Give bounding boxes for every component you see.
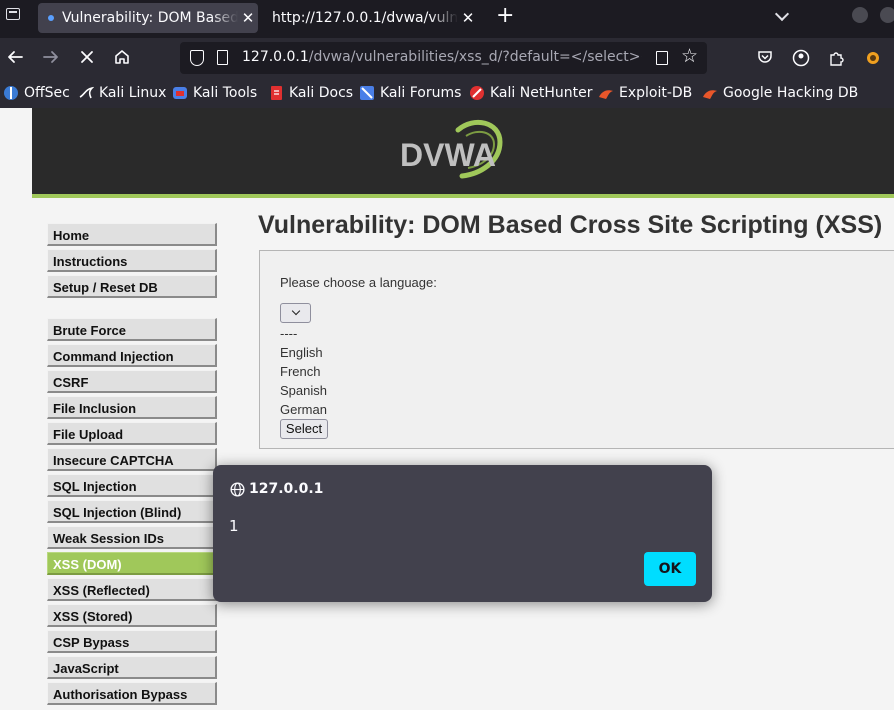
offsec-icon bbox=[4, 86, 18, 100]
bookmark-label: Kali Docs bbox=[289, 85, 354, 101]
language-option-german: German bbox=[280, 402, 327, 417]
choose-language-label: Please choose a language: bbox=[280, 275, 437, 290]
language-select[interactable] bbox=[280, 303, 311, 323]
page-title: Vulnerability: DOM Based Cross Site Scri… bbox=[258, 211, 883, 239]
header-accent-bar bbox=[32, 194, 894, 198]
minimize-window-icon[interactable] bbox=[852, 7, 868, 23]
menu-item-sql-injection-blind[interactable]: SQL Injection (Blind) bbox=[47, 500, 217, 523]
ghdb-icon bbox=[703, 90, 717, 99]
dvwa-logo-text: DVWA bbox=[400, 137, 496, 173]
select-button[interactable]: Select bbox=[280, 419, 328, 439]
kali-dragon-icon bbox=[79, 86, 94, 99]
menu-item-xss-stored[interactable]: XSS (Stored) bbox=[47, 604, 217, 627]
menu-item-xss-dom[interactable]: XSS (DOM) bbox=[47, 552, 217, 575]
language-option-french: French bbox=[280, 364, 321, 379]
list-all-tabs-icon[interactable] bbox=[6, 8, 20, 20]
menu-item-csrf[interactable]: CSRF bbox=[47, 370, 217, 393]
menu-item-javascript[interactable]: JavaScript bbox=[47, 656, 217, 679]
tab-favicon-icon bbox=[48, 15, 54, 21]
browser-tab-bar: Vulnerability: DOM Based Cross Site Scri… bbox=[0, 0, 894, 38]
page-info-icon[interactable] bbox=[217, 50, 228, 65]
maximize-window-icon[interactable] bbox=[880, 7, 894, 23]
bookmark-label: Kali Linux bbox=[99, 85, 167, 101]
menu-item-xss-reflected[interactable]: XSS (Reflected) bbox=[47, 578, 217, 601]
bookmark-exploit-db[interactable]: Exploit-DB bbox=[598, 85, 692, 101]
menu-item-file-upload[interactable]: File Upload bbox=[47, 422, 217, 445]
globe-icon bbox=[230, 482, 245, 497]
bookmark-label: Google Hacking DB bbox=[723, 85, 859, 101]
menu-item-file-inclusion[interactable]: File Inclusion bbox=[47, 396, 217, 419]
bookmark-label: Exploit-DB bbox=[619, 85, 693, 101]
pocket-icon[interactable] bbox=[756, 49, 774, 67]
dvwa-logo: DVWA bbox=[400, 119, 503, 179]
home-icon[interactable] bbox=[113, 48, 131, 71]
menu-item-home[interactable]: Home bbox=[47, 223, 217, 246]
bookmark-offsec[interactable]: OffSec bbox=[3, 85, 70, 101]
extension-icon[interactable] bbox=[864, 49, 882, 67]
tab-title: Vulnerability: DOM Based Cross Site Scri… bbox=[62, 10, 238, 26]
alert-message: 1 bbox=[229, 517, 239, 535]
kali-nethunter-icon bbox=[470, 86, 484, 100]
kali-tools-icon bbox=[173, 87, 187, 99]
chevron-down-icon[interactable] bbox=[774, 6, 790, 22]
menu-item-insecure-captcha[interactable]: Insecure CAPTCHA bbox=[47, 448, 217, 471]
url-path: /dvwa/vulnerabilities/xss_d/?default=</s… bbox=[308, 49, 642, 65]
vulnerability-form-box: Please choose a language: ---- English F… bbox=[259, 250, 894, 449]
bookmarks-toolbar: OffSec Kali Linux Kali Tools Kali Docs K… bbox=[0, 80, 894, 108]
extensions-puzzle-icon[interactable] bbox=[828, 49, 846, 67]
kali-forums-icon bbox=[360, 86, 374, 100]
language-option-spanish: Spanish bbox=[280, 383, 327, 398]
close-tab-icon[interactable]: ✕ bbox=[458, 9, 478, 27]
bookmark-kali-forums[interactable]: Kali Forums bbox=[359, 85, 461, 101]
tab-url[interactable]: http://127.0.0.1/dvwa/vulnerabilities/xs… bbox=[264, 3, 478, 33]
address-bar[interactable]: 127.0.0.1/dvwa/vulnerabilities/xss_d/?de… bbox=[180, 42, 707, 74]
bookmark-kali-tools[interactable]: Kali Tools bbox=[172, 85, 257, 101]
menu-item-brute-force[interactable]: Brute Force bbox=[47, 318, 217, 341]
javascript-alert-dialog: 127.0.0.1 1 OK bbox=[213, 465, 712, 602]
ok-button[interactable]: OK bbox=[644, 552, 696, 586]
forward-arrow-icon[interactable] bbox=[42, 48, 60, 71]
language-option-english: English bbox=[280, 345, 323, 360]
url-text[interactable]: 127.0.0.1/dvwa/vulnerabilities/xss_d/?de… bbox=[242, 49, 642, 65]
bookmark-label: OffSec bbox=[24, 85, 70, 101]
menu-item-setup-reset-db[interactable]: Setup / Reset DB bbox=[47, 275, 217, 298]
menu-item-command-injection[interactable]: Command Injection bbox=[47, 344, 217, 367]
stop-loading-icon[interactable] bbox=[78, 48, 96, 71]
tracking-protection-shield-icon[interactable] bbox=[190, 50, 204, 66]
tab-dom-xss[interactable]: Vulnerability: DOM Based Cross Site Scri… bbox=[38, 3, 258, 33]
menu-item-sql-injection[interactable]: SQL Injection bbox=[47, 474, 217, 497]
back-arrow-icon[interactable] bbox=[6, 48, 24, 71]
bookmark-label: Kali NetHunter bbox=[490, 85, 593, 101]
bookmark-kali-linux[interactable]: Kali Linux bbox=[78, 85, 166, 101]
tab-title: http://127.0.0.1/dvwa/vulnerabilities/xs… bbox=[272, 10, 458, 26]
kali-docs-icon bbox=[271, 86, 282, 100]
menu-item-authorisation-bypass[interactable]: Authorisation Bypass bbox=[47, 682, 217, 705]
bookmark-google-hacking-db[interactable]: Google Hacking DB bbox=[702, 85, 858, 101]
alert-origin: 127.0.0.1 bbox=[249, 481, 324, 497]
bookmark-label: Kali Tools bbox=[193, 85, 258, 101]
menu-item-instructions[interactable]: Instructions bbox=[47, 249, 217, 272]
menu-item-weak-session-ids[interactable]: Weak Session IDs bbox=[47, 526, 217, 549]
url-host: 127.0.0.1 bbox=[242, 49, 309, 65]
account-icon[interactable] bbox=[792, 49, 810, 67]
bookmark-kali-nethunter[interactable]: Kali NetHunter bbox=[469, 85, 592, 101]
bookmark-star-icon[interactable]: ☆ bbox=[681, 45, 698, 67]
new-tab-icon[interactable]: + bbox=[496, 4, 514, 28]
bookmark-kali-docs[interactable]: Kali Docs bbox=[268, 85, 353, 101]
menu-item-csp-bypass[interactable]: CSP Bypass bbox=[47, 630, 217, 653]
bookmark-label: Kali Forums bbox=[380, 85, 462, 101]
close-tab-icon[interactable]: ✕ bbox=[238, 9, 258, 27]
exploit-db-icon bbox=[599, 90, 613, 99]
navigation-toolbar: 127.0.0.1/dvwa/vulnerabilities/xss_d/?de… bbox=[0, 38, 894, 80]
reader-view-icon[interactable] bbox=[656, 51, 668, 65]
page-viewport: DVWA Home Instructions Setup / Reset DB … bbox=[0, 108, 894, 710]
select-separator: ---- bbox=[280, 326, 298, 341]
